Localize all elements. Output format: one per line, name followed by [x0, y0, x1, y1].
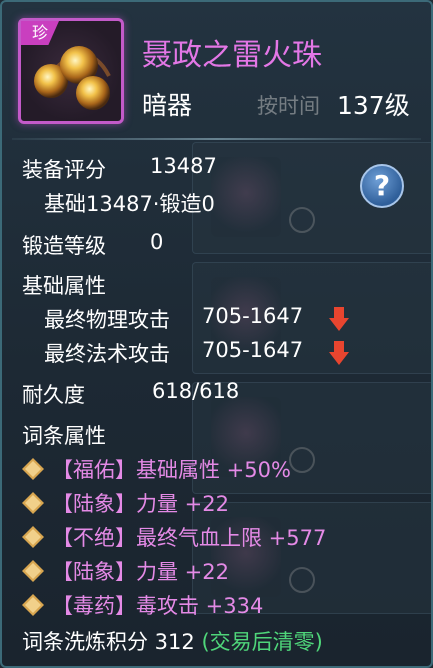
score-label: 装备评分	[22, 158, 106, 182]
durability-value: 618/618	[152, 379, 240, 403]
item-type: 暗器	[142, 91, 193, 120]
gold-diamond-icon	[22, 594, 44, 616]
down-arrow-icon	[329, 341, 349, 365]
sort-by-time-label: 按时间	[257, 94, 320, 118]
item-name: 聂政之雷火珠	[142, 38, 322, 73]
coin-icon	[289, 567, 315, 593]
affix-text: 【陆象】力量 +22	[52, 560, 229, 584]
base-attributes-heading: 基础属性	[22, 274, 106, 298]
gold-diamond-icon	[22, 526, 44, 548]
score-value: 13487	[150, 154, 217, 178]
forge-level-value: 0	[150, 230, 164, 254]
background-thumb	[211, 157, 281, 237]
item-level: 137级	[337, 91, 410, 120]
gold-diamond-icon	[22, 492, 44, 514]
coin-icon	[289, 207, 315, 233]
phys-attack-label: 最终物理攻击	[44, 308, 170, 332]
gold-diamond-icon	[22, 458, 44, 480]
affix-text: 【福佑】基础属性 +50%	[52, 458, 291, 482]
help-button[interactable]: ?	[360, 164, 404, 208]
affix-text: 【毒药】毒攻击 +334	[52, 594, 264, 618]
magic-attack-value: 705-1647	[202, 338, 304, 362]
item-tooltip-panel: 珍 聂政之雷火珠 暗器 按时间 137级 ? 装备评分 13487 基础1348…	[0, 0, 433, 668]
forge-level-label: 锻造等级	[22, 234, 106, 258]
durability-label: 耐久度	[22, 383, 85, 407]
score-detail: 基础13487·锻造0	[44, 192, 215, 216]
refine-points-label: 词条洗炼积分 312	[22, 630, 195, 654]
item-icon-frame: 珍	[18, 18, 124, 124]
affix-text: 【不绝】最终气血上限 +577	[52, 526, 327, 550]
affix-attributes-heading: 词条属性	[22, 424, 106, 448]
down-arrow-icon	[329, 307, 349, 331]
gold-diamond-icon	[22, 560, 44, 582]
affix-text: 【陆象】力量 +22	[52, 492, 229, 516]
header-divider	[12, 138, 421, 140]
phys-attack-value: 705-1647	[202, 304, 304, 328]
magic-attack-label: 最终法术攻击	[44, 342, 170, 366]
refine-points-footer: 词条洗炼积分 312 (交易后清零)	[22, 626, 323, 656]
coin-icon	[289, 447, 315, 473]
refine-points-note: (交易后清零)	[201, 630, 323, 654]
